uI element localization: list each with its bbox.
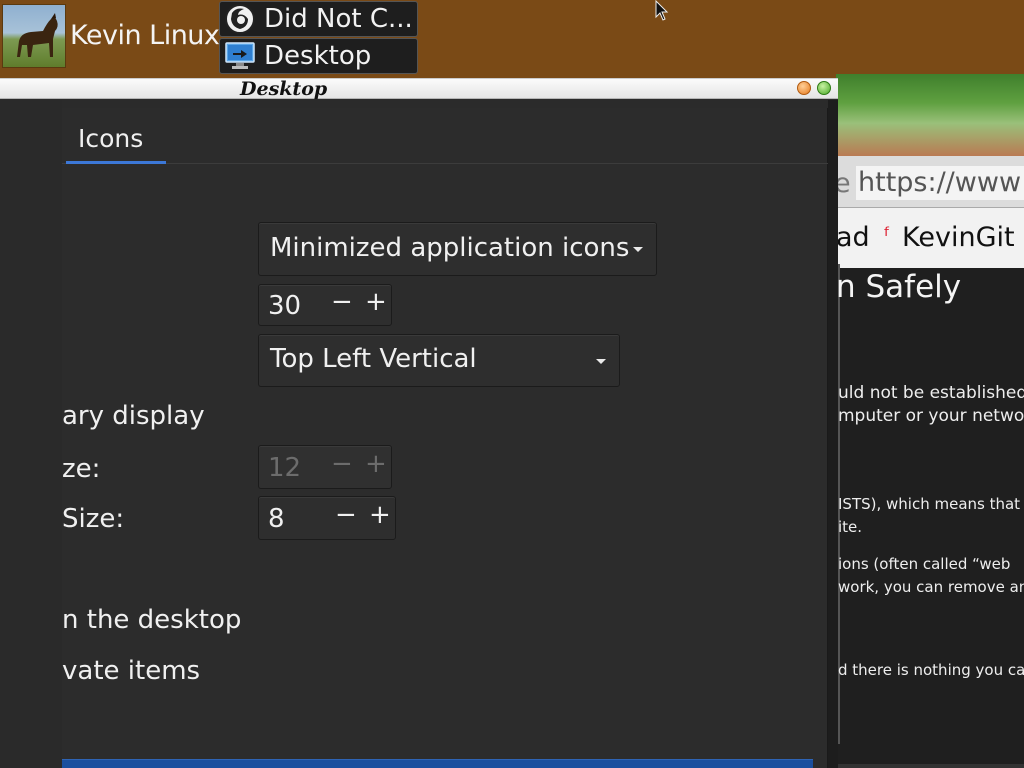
increment-button-disabled: + — [365, 449, 387, 479]
icon-size-spinbox[interactable]: 30 − + — [258, 284, 392, 326]
browser-text-line: ions (often called “web — [838, 555, 1011, 573]
browser-bookmarks-bar: ad ᶠ KevinGit — [836, 208, 1024, 268]
settings-panel: Icons Minimized application icons 30 − +… — [62, 108, 828, 768]
tab-icons-label: Icons — [78, 124, 144, 153]
top-panel: Kevin Linux Did Not C... Desktop — [0, 0, 1024, 74]
decrement-button[interactable]: − — [335, 500, 357, 530]
chevron-down-icon — [596, 359, 606, 364]
browser-text-line: uld not be established. — [838, 383, 1024, 403]
disabled-size-spinbox: 12 − + — [258, 445, 392, 489]
icon-size-value[interactable]: 30 — [268, 291, 301, 321]
bottom-action-bar — [62, 759, 813, 768]
disabled-size-value: 12 — [268, 453, 302, 483]
browser-text-line: mputer or your network — [838, 406, 1024, 426]
window-titlebar[interactable]: Desktop — [0, 78, 838, 100]
font-size-spinbox[interactable]: 8 − + — [258, 496, 396, 540]
icons-visibility-value: Minimized application icons — [270, 233, 630, 263]
bookmark-favicon-icon: ᶠ — [884, 224, 891, 249]
increment-button[interactable]: + — [369, 500, 391, 530]
taskbar-label-desktop: Desktop — [264, 41, 372, 71]
size-label: ze: — [62, 454, 101, 484]
window-content: Icons Minimized application icons 30 − +… — [62, 100, 838, 768]
url-bar-prefix: e — [836, 168, 851, 199]
decrement-button-disabled: − — [331, 449, 353, 479]
browser-url-bar: e https://www — [836, 156, 1024, 208]
taskbar-button-firefox[interactable]: Did Not C... — [219, 1, 418, 37]
user-name[interactable]: Kevin Linux — [70, 20, 220, 51]
decrement-button[interactable]: − — [331, 287, 353, 317]
bookmark-kevingit[interactable]: KevinGit — [902, 208, 1015, 268]
icons-visibility-dropdown[interactable]: Minimized application icons — [258, 222, 657, 276]
font-size-label: Size: — [62, 504, 125, 534]
increment-button[interactable]: + — [365, 287, 387, 317]
browser-text-line: ISTS), which means that — [838, 495, 1021, 513]
browser-wallpaper — [836, 74, 1024, 156]
private-items-label[interactable]: vate items — [62, 656, 200, 686]
browser-text-line: d there is nothing you can — [838, 661, 1024, 679]
minimize-button[interactable] — [797, 81, 811, 95]
horse-avatar-icon — [17, 13, 58, 57]
scrollbar[interactable] — [828, 100, 838, 768]
window-title: Desktop — [240, 78, 328, 100]
background-browser-window[interactable]: e https://www ad ᶠ KevinGit n Safely uld… — [836, 74, 1024, 768]
tab-bar: Icons — [62, 118, 828, 164]
icon-arrangement-dropdown[interactable]: Top Left Vertical — [258, 334, 620, 387]
bookmark-item[interactable]: ad — [836, 208, 870, 268]
desktop-monitor-icon — [225, 42, 255, 69]
browser-url-input[interactable]: https://www — [856, 166, 1024, 200]
browser-text-line: work, you can remove and — [838, 578, 1024, 596]
firefox-icon — [225, 4, 255, 34]
browser-bottom-edge — [836, 764, 1024, 768]
primary-display-label: ary display — [62, 401, 205, 431]
browser-page-heading: n Safely — [836, 269, 962, 305]
tab-icons[interactable]: Icons — [66, 118, 166, 164]
desktop-settings-window: Desktop Icons Minimized application icon… — [0, 78, 838, 768]
font-size-value[interactable]: 8 — [268, 504, 285, 534]
maximize-button[interactable] — [817, 81, 831, 95]
taskbar-label-firefox: Did Not C... — [264, 4, 413, 34]
show-on-desktop-label[interactable]: n the desktop — [62, 605, 241, 635]
browser-text-line: ite. — [838, 518, 863, 536]
icon-arrangement-value: Top Left Vertical — [270, 344, 477, 374]
mouse-cursor-icon — [655, 0, 669, 21]
user-avatar[interactable] — [2, 4, 66, 68]
chevron-down-icon — [633, 247, 643, 252]
taskbar-button-desktop[interactable]: Desktop — [219, 38, 418, 74]
